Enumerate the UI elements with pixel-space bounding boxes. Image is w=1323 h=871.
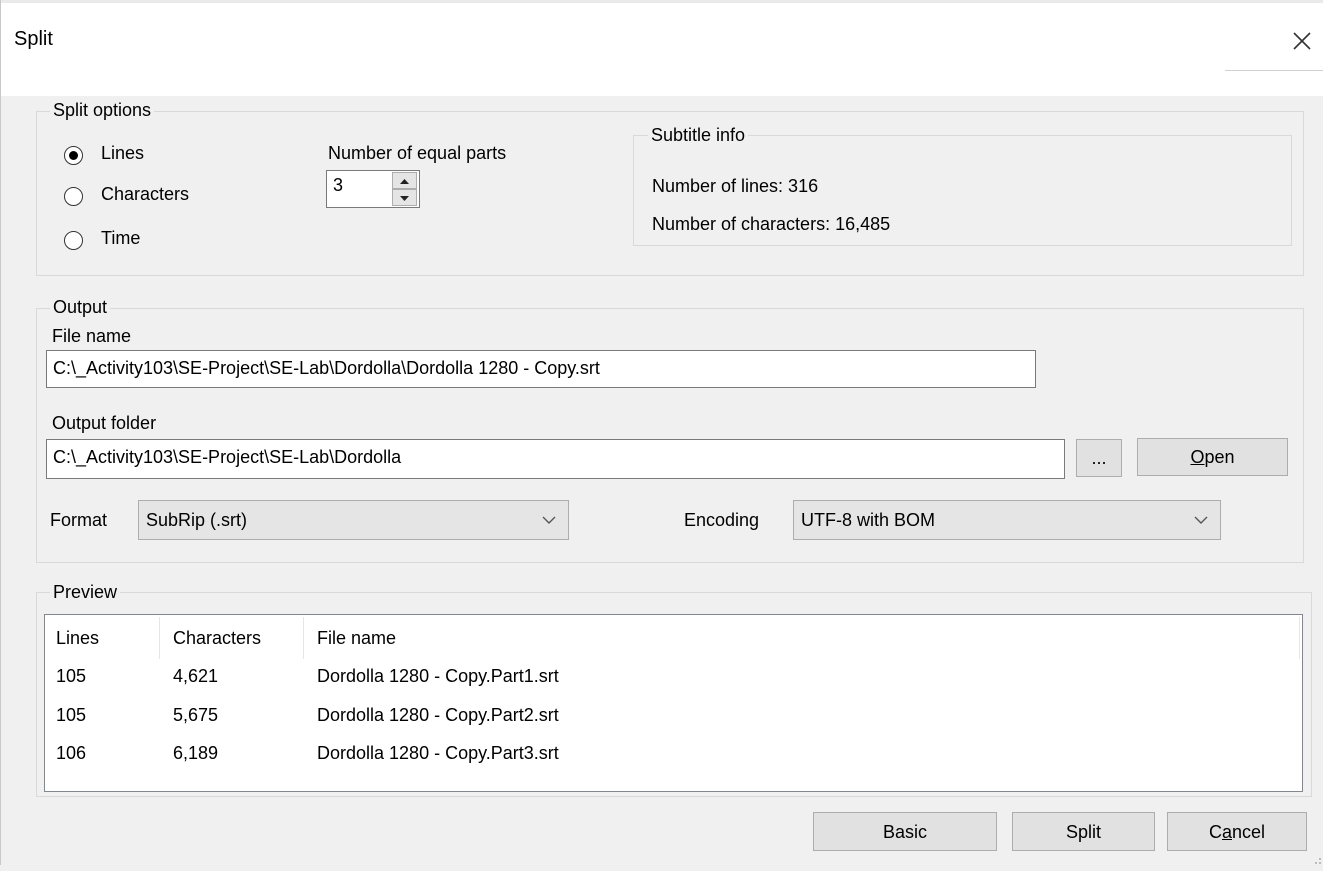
radio-characters[interactable]: Characters (64, 184, 244, 210)
column-separator (1299, 617, 1300, 659)
radio-time[interactable]: Time (64, 228, 224, 254)
cancel-accesskey: a (1221, 822, 1232, 842)
open-folder-button[interactable]: Open (1137, 438, 1288, 476)
parts-label: Number of equal parts (328, 143, 507, 163)
format-dropdown[interactable]: SubRip (.srt) (138, 500, 569, 540)
row-lines: 105 (56, 666, 87, 686)
close-icon[interactable] (1285, 24, 1319, 58)
output-label: Output (50, 297, 111, 318)
resize-grip-icon[interactable] (1311, 850, 1323, 864)
row-file-name: Dordolla 1280 - Copy.Part1.srt (317, 666, 559, 686)
split-options-label: Split options (50, 100, 155, 121)
encoding-label: Encoding (684, 510, 760, 530)
file-name-field[interactable]: C:\_Activity103\SE-Project\SE-Lab\Dordol… (46, 350, 1036, 388)
row-file-name: Dordolla 1280 - Copy.Part2.srt (317, 705, 559, 725)
cancel-button[interactable]: Cancel (1167, 812, 1307, 851)
radio-time-label: Time (101, 228, 141, 248)
basic-button[interactable]: Basic (813, 812, 997, 851)
radio-time-indicator[interactable] (64, 231, 83, 250)
open-label-rest: pen (1204, 447, 1235, 467)
file-name-label: File name (52, 326, 132, 346)
browse-folder-button[interactable]: ... (1076, 439, 1122, 477)
encoding-value: UTF-8 with BOM (801, 510, 936, 530)
title-underline (1225, 70, 1323, 71)
column-separator (159, 617, 160, 659)
row-characters: 5,675 (173, 705, 219, 725)
radio-lines[interactable]: Lines (64, 143, 224, 169)
column-header-file-name[interactable]: File name (317, 628, 396, 649)
row-file-name: Dordolla 1280 - Copy.Part3.srt (317, 743, 559, 763)
number-of-characters: Number of characters: 16,485 (652, 214, 891, 234)
column-separator (303, 617, 304, 659)
cancel-label-c: ncel (1231, 822, 1266, 842)
row-characters: 6,189 (173, 743, 219, 763)
radio-lines-indicator[interactable] (64, 146, 83, 165)
encoding-dropdown[interactable]: UTF-8 with BOM (793, 500, 1221, 540)
open-accesskey: O (1190, 447, 1205, 467)
row-lines: 105 (56, 705, 87, 725)
output-folder-label: Output folder (52, 413, 157, 433)
row-characters: 4,621 (173, 666, 219, 686)
column-header-lines[interactable]: Lines (56, 628, 99, 649)
number-of-lines: Number of lines: 316 (652, 176, 819, 196)
chevron-down-icon (1194, 501, 1208, 554)
radio-characters-label: Characters (101, 184, 190, 204)
row-lines: 106 (56, 743, 87, 763)
split-button[interactable]: Split (1012, 812, 1155, 851)
spinner-down-icon[interactable] (392, 189, 417, 206)
output-folder-field[interactable]: C:\_Activity103\SE-Project\SE-Lab\Dordol… (46, 439, 1065, 479)
radio-lines-label: Lines (101, 143, 145, 163)
subtitle-info-label: Subtitle info (648, 125, 749, 146)
spinner-up-icon[interactable] (392, 172, 417, 189)
table-row[interactable]: 106 6,189 Dordolla 1280 - Copy.Part3.srt (45, 743, 1300, 771)
table-row[interactable]: 105 5,675 Dordolla 1280 - Copy.Part2.srt (45, 705, 1300, 733)
preview-label: Preview (50, 582, 121, 603)
column-header-characters[interactable]: Characters (173, 628, 261, 649)
chevron-down-icon (542, 501, 556, 554)
format-value: SubRip (.srt) (146, 510, 248, 530)
format-label: Format (50, 510, 108, 530)
window-title: Split (14, 28, 53, 50)
title-bar (0, 0, 1323, 96)
table-row[interactable]: 105 4,621 Dordolla 1280 - Copy.Part1.srt (45, 665, 1300, 693)
radio-characters-indicator[interactable] (64, 187, 83, 206)
parts-value: 3 (333, 175, 344, 195)
cancel-label-a: C (1208, 822, 1222, 842)
preview-list[interactable]: Lines Characters File name 105 4,621 Dor… (44, 614, 1303, 792)
